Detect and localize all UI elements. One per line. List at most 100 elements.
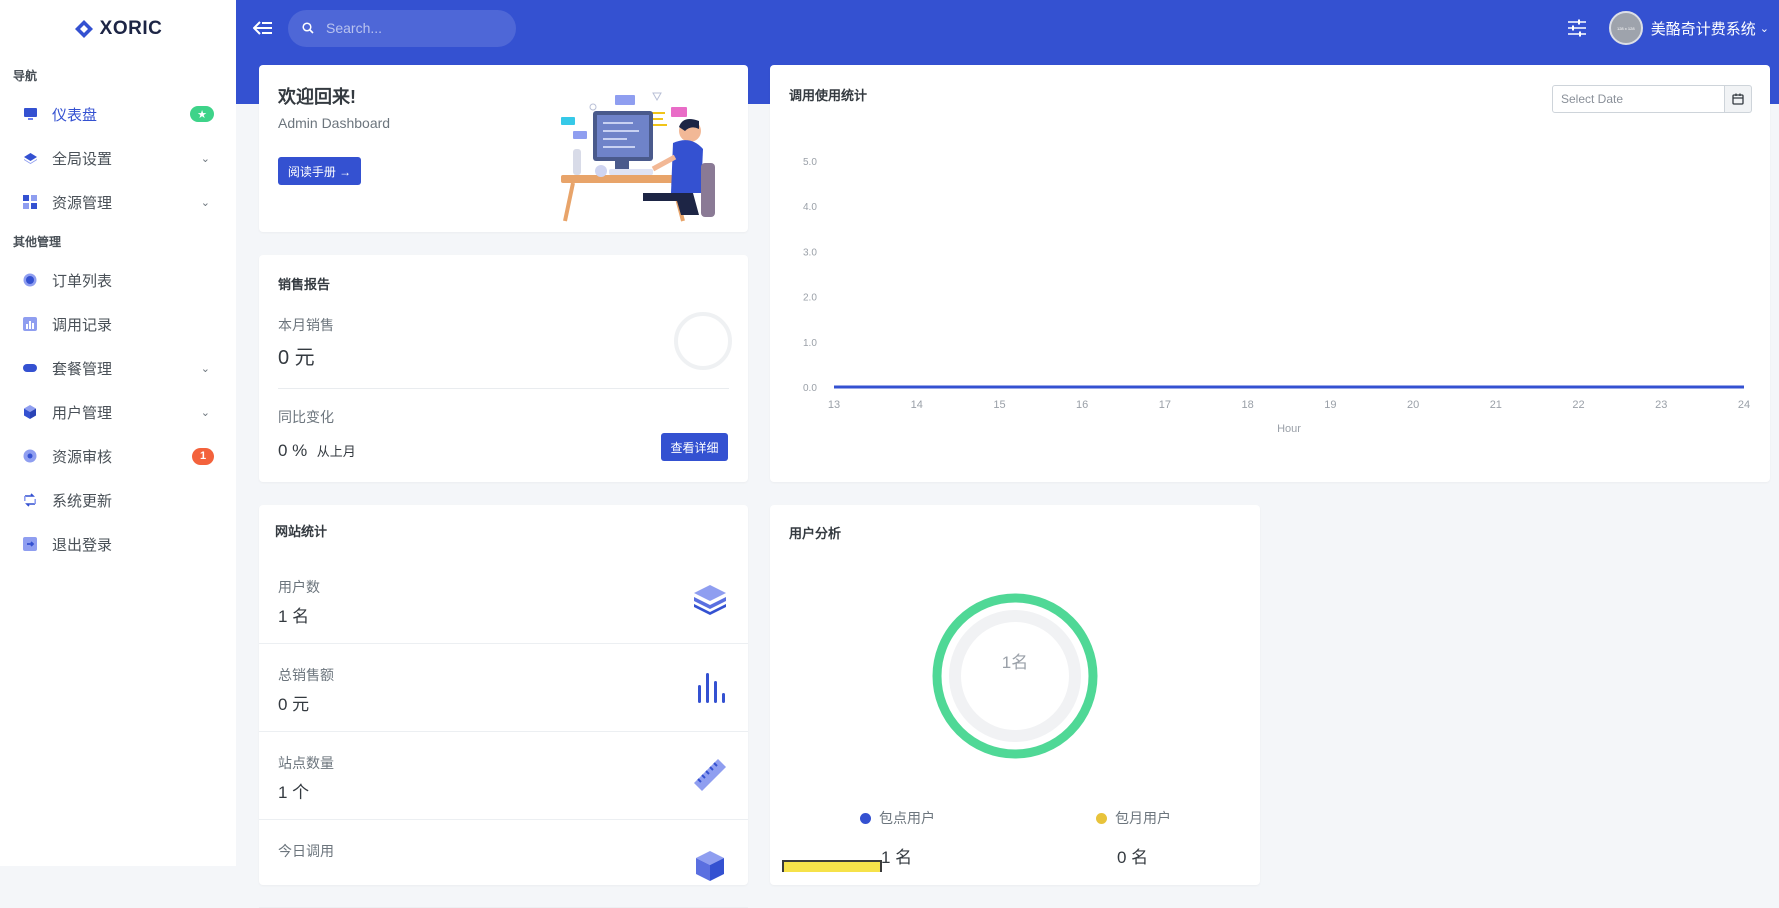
donut-track — [949, 610, 1081, 742]
chevron-down-icon: ⌄ — [200, 196, 210, 209]
welcome-card: 欢迎回来! Admin Dashboard 阅读手册 → — [259, 65, 748, 232]
sidebar-item-logout[interactable]: 退出登录 — [0, 522, 236, 566]
logo[interactable]: XORIC — [0, 0, 236, 58]
monthly-sales-label: 本月销售 — [278, 317, 334, 333]
welcome-subtitle: Admin Dashboard — [278, 115, 391, 131]
logo-icon — [74, 20, 93, 38]
legend-value-point-users: 1 名 — [881, 848, 913, 867]
legend-label: 包月用户 — [1115, 810, 1171, 826]
x-tick-label: 13 — [828, 399, 840, 411]
y-tick-label: 2.0 — [803, 293, 817, 304]
sidebar-item-packages[interactable]: 套餐管理 ⌄ — [0, 346, 236, 390]
legend-item-monthly-users: 包月用户 — [1096, 808, 1171, 828]
sidebar-item-label: 订单列表 — [52, 272, 113, 290]
x-tick-label: 18 — [1242, 399, 1254, 411]
x-tick-label: 24 — [1738, 399, 1750, 411]
sidebar-item-label: 资源审核 — [52, 448, 113, 466]
chevron-down-icon[interactable]: ⌄ — [1760, 22, 1769, 35]
x-axis-label: Hour — [1277, 423, 1301, 435]
user-analysis-card: 用户分析 1名 包点用户 1 名 包月用户 0 名 — [770, 505, 1260, 885]
x-tick-label: 16 — [1076, 399, 1088, 411]
toggle-icon — [22, 360, 38, 376]
sidebar-item-label: 退出登录 — [52, 536, 113, 554]
settings-sliders-icon[interactable] — [1567, 19, 1587, 37]
monthly-sales-value: 0 元 — [278, 347, 315, 369]
date-input[interactable] — [1552, 85, 1725, 113]
sidebar-item-dashboard[interactable]: 仪表盘 ★ — [0, 92, 236, 136]
logout-icon — [22, 536, 38, 552]
view-details-button[interactable]: 查看详细 — [661, 433, 728, 461]
stat-row-today-calls: 今日调用 — [259, 819, 748, 908]
card-title: 用户分析 — [789, 526, 842, 541]
sidebar-item-orders[interactable]: 订单列表 — [0, 258, 236, 302]
refresh-icon — [22, 492, 38, 508]
yoy-change-value: 0 % 从上月 — [278, 441, 356, 461]
sidebar-item-global-settings[interactable]: 全局设置 ⌄ — [0, 136, 236, 180]
search-box — [288, 9, 516, 47]
divider — [278, 388, 729, 389]
sidebar-item-resource-review[interactable]: 资源审核 1 — [0, 434, 236, 478]
legend-dot — [860, 812, 871, 824]
welcome-title: 欢迎回来! — [278, 87, 356, 107]
yoy-change-percent: 0 % — [278, 441, 308, 460]
card-title: 网站统计 — [275, 524, 328, 539]
cube-icon — [696, 851, 724, 881]
user-name[interactable]: 美酪奇计费系统 — [1651, 18, 1756, 39]
site-stats-card: 网站统计 用户数 1 名 总销售额 0 元 站点数量 1 个 今日调用 — [259, 505, 748, 908]
notification-badge: 1 — [192, 447, 214, 465]
x-tick-label: 20 — [1407, 399, 1419, 411]
sidebar-item-label: 套餐管理 — [52, 360, 113, 378]
x-tick-label: 21 — [1490, 399, 1502, 411]
sidebar-item-label: 调用记录 — [52, 316, 113, 334]
stat-label: 站点数量 — [278, 755, 334, 771]
stat-value: 1 名 — [278, 607, 310, 626]
sidebar-item-system-update[interactable]: 系统更新 — [0, 478, 236, 522]
avatar[interactable]: 128 x 128 — [1608, 11, 1643, 45]
card-title: 销售报告 — [278, 277, 331, 292]
stat-label: 今日调用 — [278, 843, 334, 859]
bar-chart-icon — [22, 316, 38, 332]
sidebar: XORIC 导航 仪表盘 ★ 全局设置 ⌄ 资源管理 ⌄ 其他管理 订单列表 调… — [0, 0, 236, 866]
menu-toggle-button[interactable] — [252, 17, 274, 39]
bar-chart-icon — [698, 673, 725, 703]
chevron-down-icon: ⌄ — [200, 152, 210, 165]
chevron-down-icon: ⌄ — [200, 362, 210, 375]
x-tick-label: 22 — [1572, 399, 1584, 411]
y-tick-label: 1.0 — [803, 338, 817, 349]
sidebar-item-label: 全局设置 — [52, 150, 113, 168]
usage-stats-card: 调用使用统计 0.0 1.0 2.0 3.0 4.0 5.0 13 14 15 16 17 18 19 2… — [770, 65, 1770, 482]
x-tick-label: 23 — [1655, 399, 1667, 411]
stat-value: 1 个 — [278, 783, 310, 802]
sidebar-item-label: 资源管理 — [52, 194, 113, 212]
floating-widget-tab[interactable] — [782, 860, 882, 872]
menu-section-other: 其他管理 — [13, 234, 62, 249]
usage-line-chart: 0.0 1.0 2.0 3.0 4.0 5.0 13 14 15 16 17 18 19 20 21 22 23… — [803, 157, 1750, 435]
legend-label: 包点用户 — [879, 810, 935, 826]
chat-icon — [22, 448, 38, 464]
grid-icon — [22, 194, 38, 210]
y-tick-label: 5.0 — [803, 157, 817, 168]
stat-row-users: 用户数 1 名 — [259, 555, 748, 644]
x-tick-label: 17 — [1159, 399, 1171, 411]
date-picker — [1552, 85, 1752, 113]
yoy-change-label: 同比变化 — [278, 409, 334, 425]
legend-value-monthly-users: 0 名 — [1117, 848, 1149, 867]
calendar-icon — [1732, 93, 1744, 105]
calendar-button[interactable] — [1725, 85, 1752, 113]
read-manual-button[interactable]: 阅读手册 → — [278, 157, 361, 185]
stat-row-total-sales: 总销售额 0 元 — [259, 643, 748, 732]
sidebar-item-call-records[interactable]: 调用记录 — [0, 302, 236, 346]
header-right: 128 x 128 美酪奇计费系统 ⌄ — [1567, 0, 1779, 56]
sidebar-item-users[interactable]: 用户管理 ⌄ — [0, 390, 236, 434]
y-tick-label: 0.0 — [803, 383, 817, 394]
circle-icon — [22, 272, 38, 288]
x-tick-label: 19 — [1324, 399, 1336, 411]
x-tick-label: 15 — [993, 399, 1005, 411]
search-icon — [302, 22, 314, 34]
sidebar-item-resource-management[interactable]: 资源管理 ⌄ — [0, 180, 236, 224]
user-donut-chart — [932, 593, 1098, 759]
y-tick-label: 4.0 — [803, 202, 817, 213]
logo-text: XORIC — [99, 18, 163, 39]
search-input[interactable] — [324, 19, 508, 37]
collapse-menu-icon — [253, 21, 272, 35]
